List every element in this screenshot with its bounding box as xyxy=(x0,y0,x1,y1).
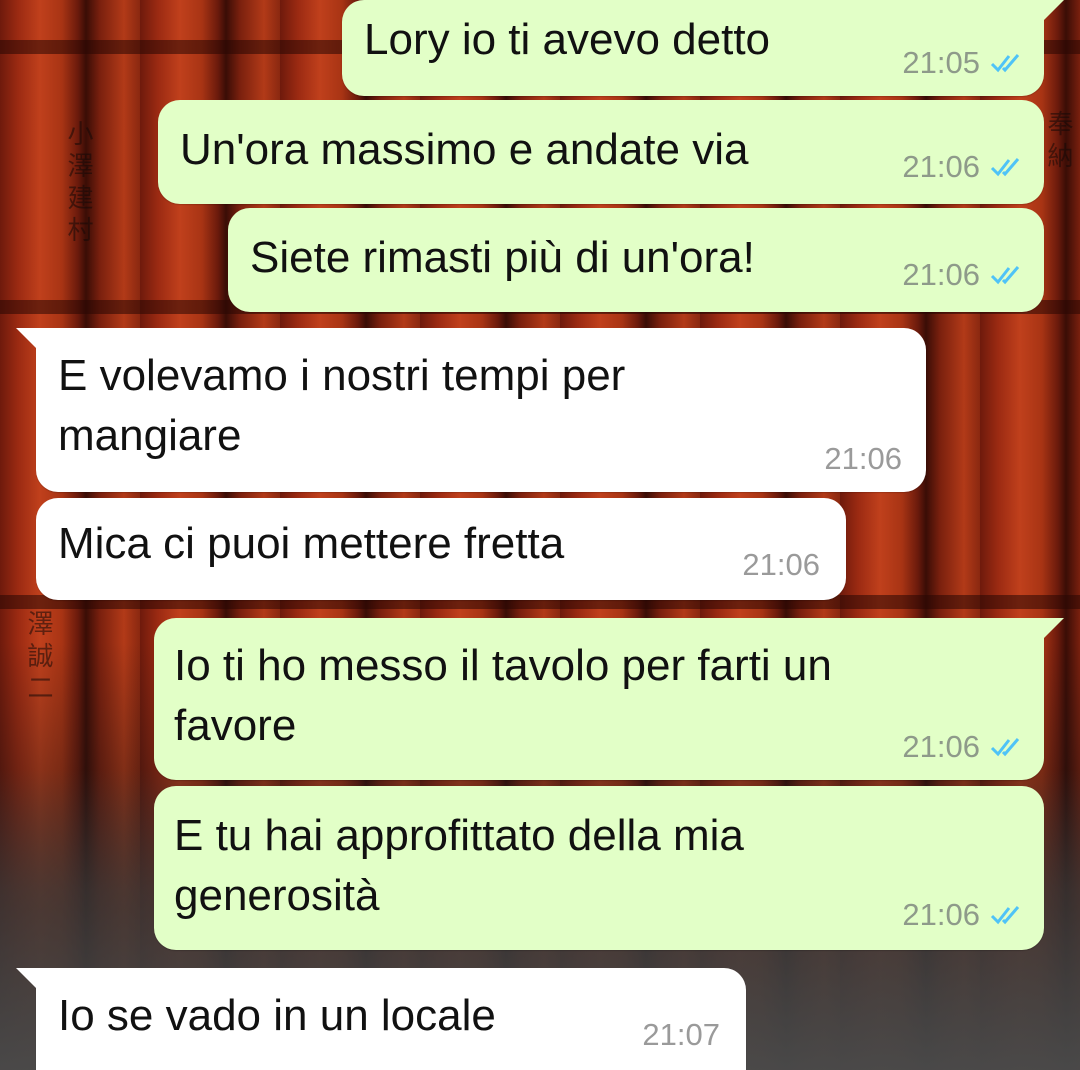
message-meta: 21:06 xyxy=(902,258,1026,292)
message-meta: 21:05 xyxy=(902,46,1026,80)
message-bubble-outgoing[interactable]: E tu hai approfittato della mia generosi… xyxy=(154,786,1044,950)
wallpaper-glyph: 奉納 xyxy=(1043,110,1073,174)
double-check-read-icon xyxy=(990,738,1020,757)
message-bubble-incoming[interactable]: Mica ci puoi mettere fretta 21:06 xyxy=(36,498,846,600)
message-text: Mica ci puoi mettere fretta xyxy=(58,519,565,568)
message-time: 21:05 xyxy=(902,45,980,80)
message-time: 21:06 xyxy=(902,897,980,932)
message-text: E tu hai approfittato della mia generosi… xyxy=(174,811,744,920)
message-time: 21:06 xyxy=(902,729,980,764)
message-text: Siete rimasti più di un'ora! xyxy=(250,233,755,282)
message-text: Un'ora massimo e andate via xyxy=(180,125,749,174)
double-check-read-icon xyxy=(990,266,1020,285)
message-text: Io se vado in un locale xyxy=(58,991,496,1040)
message-bubble-outgoing[interactable]: Un'ora massimo e andate via 21:06 xyxy=(158,100,1044,204)
double-check-read-icon xyxy=(990,906,1020,925)
message-time: 21:06 xyxy=(902,149,980,184)
double-check-read-icon xyxy=(990,158,1020,177)
message-meta: 21:07 xyxy=(642,1018,720,1052)
message-text: Lory io ti avevo detto xyxy=(364,15,771,64)
message-time: 21:06 xyxy=(742,547,820,582)
message-bubble-outgoing[interactable]: Siete rimasti più di un'ora! 21:06 xyxy=(228,208,1044,312)
message-text: E volevamo i nostri tempi per mangiare xyxy=(58,351,626,460)
message-text: Io ti ho messo il tavolo per farti un fa… xyxy=(174,641,832,750)
message-bubble-incoming[interactable]: Io se vado in un locale 21:07 xyxy=(16,968,746,1070)
message-bubble-incoming[interactable]: E volevamo i nostri tempi per mangiare 2… xyxy=(16,328,926,492)
double-check-read-icon xyxy=(990,54,1020,73)
message-meta: 21:06 xyxy=(742,548,820,582)
message-meta: 21:06 xyxy=(902,898,1026,932)
message-meta: 21:06 xyxy=(824,442,902,476)
message-time: 21:06 xyxy=(902,257,980,292)
message-time: 21:06 xyxy=(824,441,902,476)
message-meta: 21:06 xyxy=(902,150,1026,184)
message-time: 21:07 xyxy=(642,1017,720,1052)
wallpaper-glyph: 小澤建村 xyxy=(63,120,93,248)
message-bubble-outgoing[interactable]: Lory io ti avevo detto 21:05 xyxy=(342,0,1064,96)
wallpaper-glyph: 澤誠二 xyxy=(23,610,53,706)
message-bubble-outgoing[interactable]: Io ti ho messo il tavolo per farti un fa… xyxy=(154,618,1064,780)
message-meta: 21:06 xyxy=(902,730,1026,764)
